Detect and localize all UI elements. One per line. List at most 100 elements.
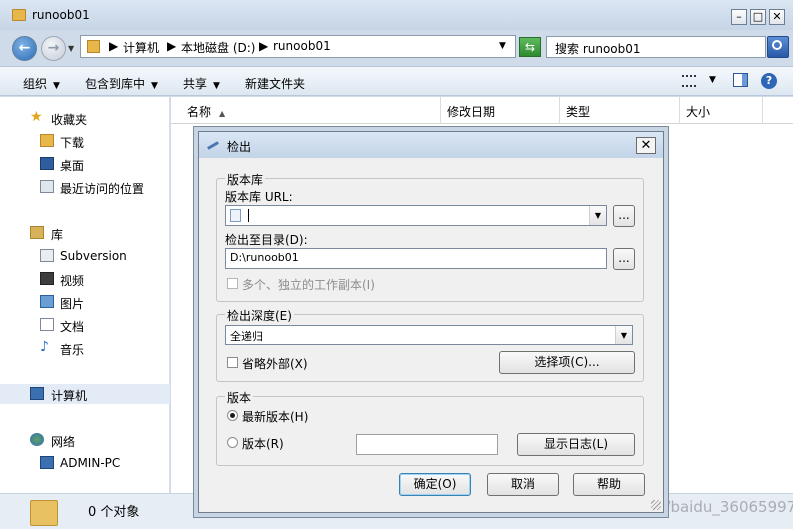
document-icon [230, 209, 241, 222]
window-titlebar[interactable]: runoob01 – □ ✕ [0, 0, 793, 30]
chevron-down-icon[interactable]: ▼ [615, 326, 632, 344]
chevron-down-icon: ▼ [53, 81, 60, 91]
computer-icon [40, 456, 54, 469]
checkout-dir-label: 检出至目录(D): [225, 233, 308, 247]
breadcrumb-separator-icon[interactable]: ▶ [259, 39, 268, 53]
checkout-icon [207, 139, 221, 151]
revision-group-label: 版本 [225, 389, 254, 406]
recent-places-icon [40, 180, 54, 193]
address-bar[interactable]: ▶ 计算机 ▶ 本地磁盘 (D:) ▶ runoob01 ▼ [80, 35, 516, 58]
dialog-close-button[interactable]: ✕ [636, 137, 656, 154]
close-button[interactable]: ✕ [769, 9, 785, 25]
desktop-icon [40, 157, 54, 170]
computer-icon [30, 387, 44, 400]
repo-url-combobox[interactable]: ▼ [225, 205, 607, 226]
forward-button[interactable]: → [41, 36, 66, 61]
history-dropdown-icon[interactable]: ▼ [68, 44, 74, 53]
multi-working-copy-label: 多个、独立的工作副本(I) [242, 278, 375, 292]
head-revision-radio[interactable] [227, 410, 238, 421]
breadcrumb-separator-icon[interactable]: ▶ [109, 39, 118, 53]
resize-grip-icon[interactable] [651, 500, 661, 510]
ok-button[interactable]: 确定(O) [399, 473, 471, 496]
repository-group-label: 版本库 [225, 171, 266, 188]
checkout-dir-browse-button[interactable]: ... [613, 248, 635, 270]
star-icon: ★ [30, 109, 43, 125]
text-caret [248, 209, 249, 222]
library-icon [30, 226, 44, 239]
sidebar-item-admin-pc[interactable]: ADMIN-PC [0, 453, 170, 473]
column-header-modified[interactable]: 修改日期 [441, 97, 560, 124]
show-log-button[interactable]: 显示日志(L) [517, 433, 635, 456]
sidebar-item-documents[interactable]: 文档 [0, 315, 170, 335]
revision-label: 版本(R) [242, 437, 284, 451]
refresh-button[interactable]: ⇆ [519, 37, 541, 57]
head-revision-label: 最新版本(H) [242, 410, 309, 424]
sidebar-item-subversion[interactable]: Subversion [0, 246, 170, 266]
search-input[interactable]: 搜索 runoob01 [546, 36, 766, 58]
dialog-titlebar[interactable]: 检出 ✕ [199, 132, 663, 158]
organize-menu[interactable]: 组织 ▼ [23, 75, 60, 92]
sidebar-item-recent[interactable]: 最近访问的位置 [0, 177, 170, 197]
chevron-down-icon: ▼ [213, 81, 220, 91]
command-bar: 组织 ▼ 包含到库中 ▼ 共享 ▼ 新建文件夹 ▼ ? [0, 66, 793, 96]
document-icon [40, 318, 54, 331]
sidebar-item-favorites[interactable]: ★ 收藏夹 [0, 108, 170, 128]
revision-input[interactable] [356, 434, 498, 455]
share-menu[interactable]: 共享 ▼ [183, 75, 220, 92]
back-button[interactable]: ← [12, 36, 37, 61]
view-options-icon[interactable] [682, 75, 696, 87]
address-dropdown-icon[interactable]: ▼ [499, 41, 506, 51]
sidebar-item-pictures[interactable]: 图片 [0, 292, 170, 312]
sidebar-item-desktop[interactable]: 桌面 [0, 154, 170, 174]
help-icon[interactable]: ? [761, 73, 777, 89]
sidebar-item-videos[interactable]: 视频 [0, 269, 170, 289]
breadcrumb-drive-d[interactable]: 本地磁盘 (D:) [181, 39, 255, 56]
folder-icon [87, 40, 100, 53]
network-icon [30, 433, 44, 446]
sidebar-item-music[interactable]: ♪ 音乐 [0, 338, 170, 358]
sort-ascending-icon: ▲ [219, 109, 226, 118]
repo-url-browse-button[interactable]: ... [613, 205, 635, 227]
column-header-size[interactable]: 大小 [680, 97, 763, 124]
omit-externals-checkbox[interactable] [227, 357, 238, 368]
minimize-button[interactable]: – [731, 9, 747, 25]
chevron-down-icon[interactable]: ▼ [709, 75, 716, 85]
checkout-depth-select[interactable]: 全递归 ▼ [225, 325, 633, 345]
breadcrumb-separator-icon[interactable]: ▶ [167, 39, 176, 53]
new-folder-button[interactable]: 新建文件夹 [245, 75, 305, 92]
sidebar-item-downloads[interactable]: 下载 [0, 131, 170, 151]
checkout-depth-label: 检出深度(E) [225, 307, 294, 324]
folder-icon [12, 9, 26, 21]
checkout-dir-input[interactable]: D:\runoob01 [225, 248, 607, 269]
maximize-button[interactable]: □ [750, 9, 766, 25]
music-note-icon: ♪ [40, 339, 49, 355]
window-title: runoob01 [32, 8, 90, 22]
folder-icon [30, 500, 58, 526]
column-header-type[interactable]: 类型 [560, 97, 680, 124]
navigation-pane: ★ 收藏夹 下载 桌面 最近访问的位置 库 Subversion 视频 图片 文… [0, 97, 170, 493]
omit-externals-label: 省略外部(X) [242, 357, 308, 371]
help-button[interactable]: 帮助 [573, 473, 645, 496]
sidebar-item-computer[interactable]: 计算机 [0, 384, 170, 404]
sidebar-item-network[interactable]: 网络 [0, 430, 170, 450]
revision-radio[interactable] [227, 437, 238, 448]
column-header-name[interactable]: 名称 ▲ [181, 97, 441, 124]
breadcrumb-runoob01[interactable]: runoob01 [273, 39, 331, 53]
search-icon [772, 40, 782, 50]
cancel-button[interactable]: 取消 [487, 473, 559, 496]
picture-icon [40, 295, 54, 308]
download-folder-icon [40, 134, 54, 147]
preview-pane-icon[interactable] [733, 73, 748, 87]
multi-working-copy-checkbox[interactable] [227, 278, 238, 289]
arrow-right-icon: → [47, 40, 60, 56]
sidebar-item-libraries[interactable]: 库 [0, 223, 170, 243]
search-button[interactable] [767, 36, 789, 58]
checkout-dialog: 检出 ✕ 版本库 版本库 URL: ▼ ... 检出至目录(D): D:\run… [198, 131, 664, 513]
dialog-title: 检出 [227, 140, 252, 154]
include-in-library-menu[interactable]: 包含到库中 ▼ [85, 75, 158, 92]
column-header-row: 名称 ▲ 修改日期 类型 大小 [171, 97, 793, 124]
chevron-down-icon: ▼ [151, 81, 158, 91]
chevron-down-icon[interactable]: ▼ [589, 206, 606, 225]
breadcrumb-computer[interactable]: 计算机 [123, 39, 159, 56]
choose-items-button[interactable]: 选择项(C)... [499, 351, 635, 374]
